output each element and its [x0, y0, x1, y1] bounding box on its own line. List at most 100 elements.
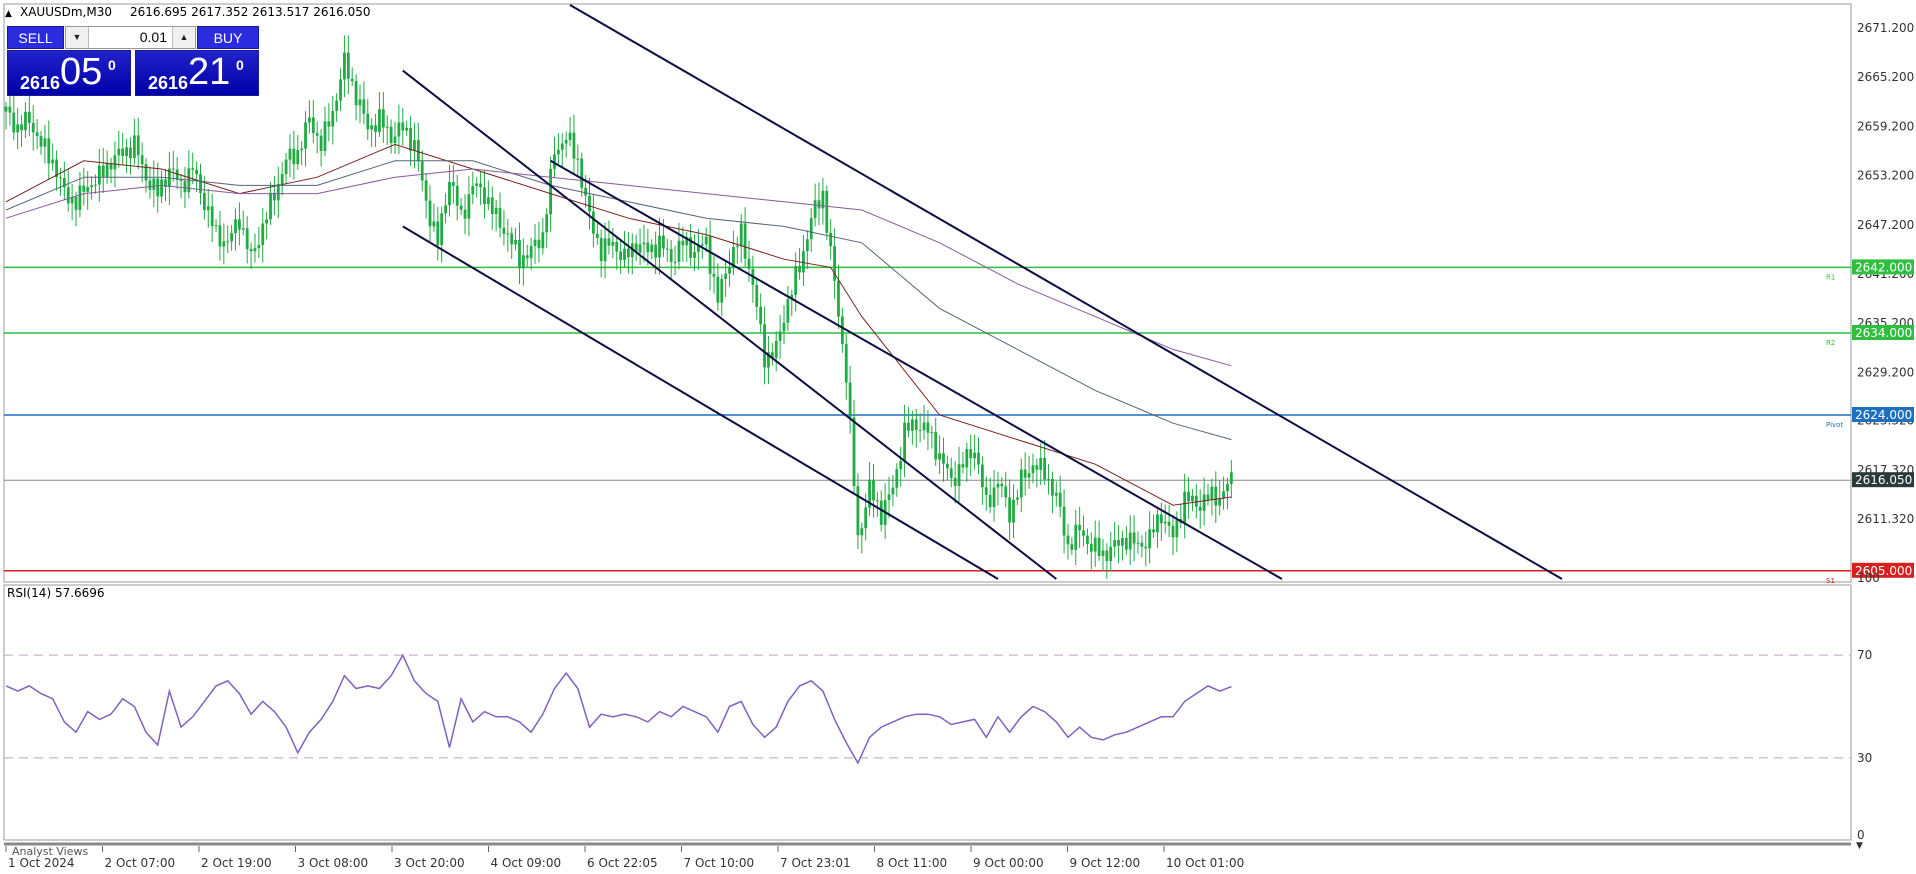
candle-body [879, 500, 883, 525]
candle-body [856, 486, 860, 536]
scroll-down-icon[interactable]: ▼ [1856, 841, 1863, 851]
candle-body [949, 468, 953, 478]
candle [498, 192, 502, 238]
lot-increase-icon[interactable]: ▲ [172, 27, 195, 48]
candle [1016, 489, 1019, 506]
candle-body [354, 81, 358, 106]
candle [848, 365, 852, 434]
candle-body [420, 161, 424, 181]
candle [591, 194, 595, 248]
candle [957, 446, 961, 502]
candle [665, 238, 669, 262]
candle-body [1000, 483, 1004, 487]
candle-body [1229, 472, 1233, 485]
candle-body [366, 113, 370, 130]
candle-body [903, 422, 906, 462]
buy-price-box[interactable]: 2616 21 0 [135, 50, 259, 96]
candle [1097, 520, 1101, 561]
channel-trend-line [402, 225, 999, 580]
candle [27, 95, 31, 137]
candle [51, 143, 55, 171]
candle [1078, 506, 1082, 549]
candle-body [829, 232, 833, 247]
candle-body [467, 194, 471, 219]
level-tag: R2 [1826, 339, 1835, 347]
candle [70, 183, 74, 221]
candle-body [576, 158, 580, 160]
lot-decrease-icon[interactable]: ▼ [66, 27, 89, 48]
price-tick-label: 2611.320 [1857, 512, 1914, 526]
candle-body [405, 127, 409, 131]
candle [105, 150, 109, 184]
candle [926, 410, 930, 451]
candle-body [288, 148, 292, 160]
candle [525, 244, 529, 268]
candle-body [1093, 537, 1097, 552]
candle-body [782, 322, 786, 332]
candle-body [798, 266, 801, 273]
candle [910, 411, 914, 445]
lot-size-input[interactable]: ▼ 0.01 ▲ [65, 26, 196, 49]
candle [327, 103, 331, 142]
candle-body [1159, 514, 1163, 524]
candle-body [121, 148, 125, 156]
chart-collapse-icon[interactable]: ▲ [5, 9, 12, 19]
candle [1210, 478, 1214, 516]
candle-body [31, 123, 35, 133]
candle [354, 73, 358, 121]
candle [24, 102, 27, 138]
candle-body [1031, 465, 1035, 474]
level-tag: R1 [1826, 273, 1835, 281]
chart-symbol: XAUUSDm,M30 [20, 5, 112, 19]
candle [343, 35, 346, 98]
candle [405, 120, 409, 136]
candle [331, 95, 335, 145]
candle [1039, 443, 1043, 486]
rsi-title: RSI(14) 57.6696 [7, 586, 105, 600]
sell-button[interactable]: SELL [7, 26, 64, 49]
candle [323, 106, 327, 157]
candle-body [195, 169, 199, 175]
candle [840, 307, 844, 353]
buy-button[interactable]: BUY [197, 26, 259, 49]
level-tag: S1 [1826, 577, 1835, 585]
candle-body [549, 168, 552, 215]
candle [483, 169, 486, 219]
time-tick-label: 2 Oct 07:00 [105, 856, 176, 870]
candle [1066, 523, 1070, 560]
candle-body [374, 125, 377, 132]
candle-body [483, 187, 486, 205]
candle-body [479, 183, 482, 188]
candle-body [1218, 498, 1222, 506]
candle-body [864, 507, 868, 529]
current-price-label: 2616.050 [1855, 473, 1912, 487]
candle-body [59, 177, 62, 179]
candle [428, 185, 432, 242]
candle-body [809, 218, 813, 240]
candle [1144, 531, 1148, 567]
level-price-label: 2624.000 [1855, 408, 1912, 422]
level-price-label: 2634.000 [1855, 326, 1912, 340]
candle [945, 455, 949, 481]
sell-price-box[interactable]: 2616 05 0 [7, 50, 131, 96]
candle-body [4, 106, 8, 112]
candle [39, 131, 43, 155]
candle-body [1191, 495, 1194, 502]
candle [304, 111, 307, 167]
candle-body [914, 419, 918, 430]
candle-body [1089, 543, 1093, 552]
candle [97, 149, 101, 202]
candle [576, 144, 580, 176]
candle-body [136, 135, 140, 156]
candle [424, 172, 428, 219]
candle-body [350, 78, 354, 82]
candle-body [646, 242, 650, 253]
candle-body [171, 168, 175, 170]
candle-body [922, 422, 926, 431]
candle [560, 133, 564, 168]
candle-body [346, 52, 350, 79]
candle-body [934, 432, 938, 460]
analyst-views-label[interactable]: Analyst Views [12, 845, 88, 858]
candle [362, 81, 366, 125]
lot-value[interactable]: 0.01 [90, 27, 171, 48]
